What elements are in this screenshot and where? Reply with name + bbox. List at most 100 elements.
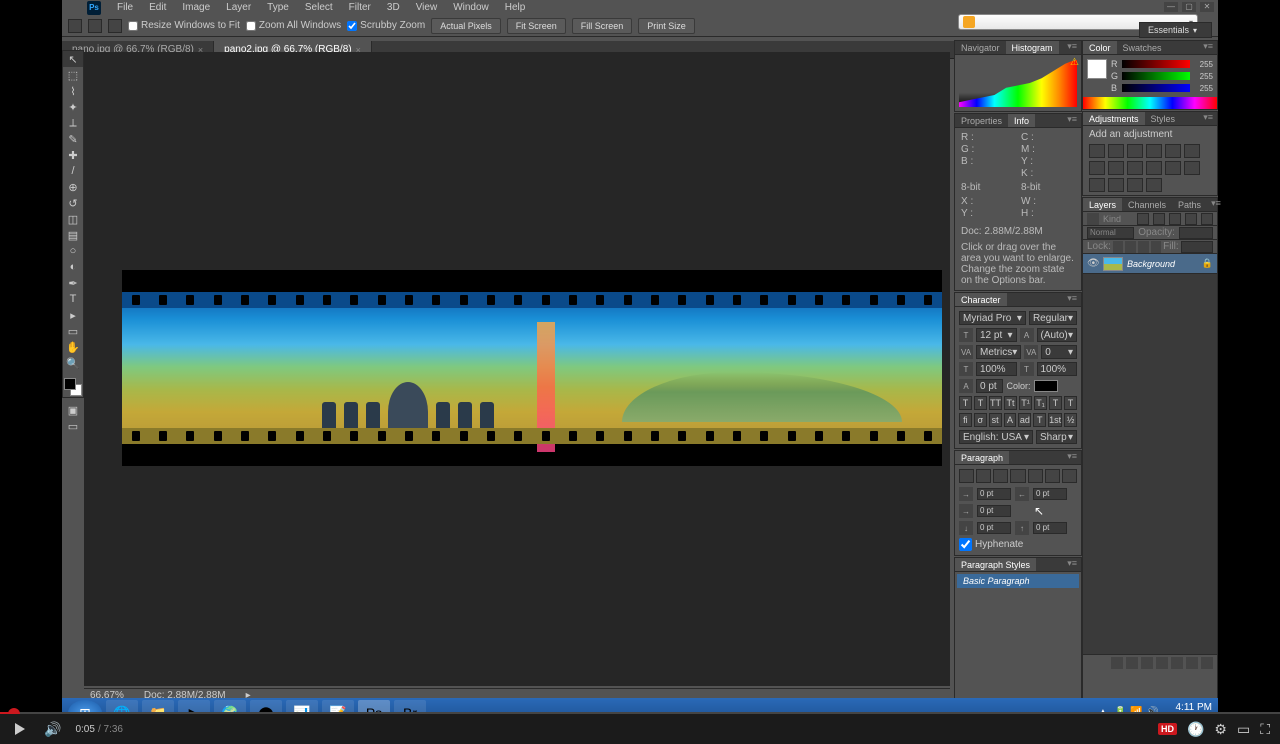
- zoom-tool-icon[interactable]: [68, 19, 82, 33]
- brightness-adjustment[interactable]: [1089, 144, 1105, 158]
- channel-mixer-adjustment[interactable]: [1146, 161, 1162, 175]
- tab-styles[interactable]: Styles: [1145, 112, 1182, 125]
- hue-adjustment[interactable]: [1184, 144, 1200, 158]
- clone-tool[interactable]: ⊕: [63, 179, 83, 195]
- delete-layer-icon[interactable]: [1201, 657, 1213, 669]
- screen-mode-icon[interactable]: ▭: [63, 418, 83, 434]
- quick-select-tool[interactable]: ✦: [63, 99, 83, 115]
- zoom-in-icon[interactable]: [88, 19, 102, 33]
- photo-filter-adjustment[interactable]: [1127, 161, 1143, 175]
- font-family-select[interactable]: Myriad Pro▾: [959, 311, 1026, 325]
- play-button[interactable]: [10, 719, 30, 739]
- blur-tool[interactable]: ○: [63, 243, 83, 259]
- opentype-button[interactable]: ad: [1018, 413, 1031, 427]
- spectrum-ramp[interactable]: [1083, 97, 1217, 109]
- font-style-select[interactable]: Regular▾: [1029, 311, 1077, 325]
- volume-icon[interactable]: 🔊: [44, 721, 61, 738]
- red-slider[interactable]: [1122, 60, 1190, 68]
- panel-menu-icon[interactable]: ▾≡: [1063, 41, 1081, 54]
- visibility-icon[interactable]: 👁: [1087, 258, 1099, 270]
- opentype-button[interactable]: ½: [1064, 413, 1077, 427]
- resize-windows-checkbox[interactable]: Resize Windows to Fit: [128, 20, 240, 31]
- menu-window[interactable]: Window: [445, 1, 497, 14]
- crop-tool[interactable]: ⟂: [63, 115, 83, 131]
- fill-screen-button[interactable]: Fill Screen: [572, 18, 633, 34]
- align-center-button[interactable]: [976, 469, 991, 483]
- type-filter[interactable]: [1169, 213, 1181, 225]
- zoom-tool[interactable]: 🔍: [63, 355, 83, 371]
- panel-menu-icon[interactable]: ▾≡: [1063, 293, 1081, 306]
- text-color-swatch[interactable]: [1034, 380, 1058, 392]
- indent-right-input[interactable]: 0 pt: [1033, 488, 1067, 500]
- hyphenate-checkbox[interactable]: Hyphenate: [959, 538, 1077, 551]
- lock-pixels[interactable]: [1125, 241, 1136, 253]
- layer-thumbnail[interactable]: [1103, 257, 1123, 271]
- color-picker[interactable]: [63, 377, 83, 397]
- opentype-button[interactable]: A: [1004, 413, 1017, 427]
- lock-icon[interactable]: 🔒: [1202, 258, 1213, 269]
- tab-swatches[interactable]: Swatches: [1117, 41, 1168, 54]
- print-size-button[interactable]: Print Size: [638, 18, 695, 34]
- smart-filter[interactable]: [1201, 213, 1213, 225]
- brush-tool[interactable]: /: [63, 163, 83, 179]
- green-slider[interactable]: [1122, 72, 1190, 80]
- zoom-all-checkbox[interactable]: Zoom All Windows: [246, 20, 341, 31]
- fullscreen-icon[interactable]: ⛶: [1260, 721, 1270, 738]
- scrubby-zoom-checkbox[interactable]: Scrubby Zoom: [347, 20, 425, 31]
- menu-filter[interactable]: Filter: [341, 1, 379, 14]
- gradient-tool[interactable]: ▤: [63, 227, 83, 243]
- eyedropper-tool[interactable]: ✎: [63, 131, 83, 147]
- menu-layer[interactable]: Layer: [218, 1, 259, 14]
- panel-menu-icon[interactable]: ▾≡: [1063, 114, 1081, 127]
- adjust-filter[interactable]: [1153, 213, 1165, 225]
- eraser-tool[interactable]: ◫: [63, 211, 83, 227]
- zoom-out-icon[interactable]: [108, 19, 122, 33]
- dodge-tool[interactable]: ◐: [63, 259, 83, 275]
- shape-tool[interactable]: ▭: [63, 323, 83, 339]
- actual-pixels-button[interactable]: Actual Pixels: [431, 18, 501, 34]
- baseline-input[interactable]: 0 pt: [976, 379, 1003, 393]
- color-lookup-adjustment[interactable]: [1165, 161, 1181, 175]
- lock-position[interactable]: [1138, 241, 1149, 253]
- blend-mode-select[interactable]: Normal: [1087, 227, 1134, 239]
- close-button[interactable]: ✕: [1200, 2, 1214, 12]
- marquee-tool[interactable]: ⬚: [63, 67, 83, 83]
- menu-select[interactable]: Select: [297, 1, 341, 14]
- strikethrough-button[interactable]: T: [1064, 396, 1077, 410]
- mask-icon[interactable]: [1141, 657, 1153, 669]
- font-size-input[interactable]: 12 pt▾: [976, 328, 1017, 342]
- theater-mode-icon[interactable]: ▭: [1237, 721, 1250, 738]
- opentype-button[interactable]: T: [1033, 413, 1046, 427]
- vibrance-adjustment[interactable]: [1165, 144, 1181, 158]
- italic-button[interactable]: T: [974, 396, 987, 410]
- allcaps-button[interactable]: TT: [989, 396, 1002, 410]
- invert-adjustment[interactable]: [1184, 161, 1200, 175]
- subscript-button[interactable]: T₁: [1034, 396, 1047, 410]
- panel-menu-icon[interactable]: ▾≡: [1207, 198, 1225, 211]
- hand-tool[interactable]: ✋: [63, 339, 83, 355]
- first-line-input[interactable]: 0 pt: [977, 505, 1011, 517]
- gradient-map-adjustment[interactable]: [1127, 178, 1143, 192]
- bw-adjustment[interactable]: [1108, 161, 1124, 175]
- fill-input[interactable]: [1181, 241, 1213, 253]
- opentype-button[interactable]: 1st: [1048, 413, 1062, 427]
- settings-icon[interactable]: ⚙: [1214, 721, 1227, 738]
- minimize-button[interactable]: —: [1164, 2, 1178, 12]
- tab-info[interactable]: Info: [1008, 114, 1035, 127]
- layer-filter-icon[interactable]: [1087, 213, 1099, 225]
- lock-all[interactable]: [1151, 241, 1162, 253]
- kerning-select[interactable]: Metrics▾: [976, 345, 1021, 359]
- menu-help[interactable]: Help: [497, 1, 534, 14]
- align-right-button[interactable]: [993, 469, 1008, 483]
- tab-layers[interactable]: Layers: [1083, 198, 1122, 211]
- opacity-input[interactable]: [1179, 227, 1213, 239]
- language-select[interactable]: English: USA▾: [959, 430, 1033, 444]
- tab-character[interactable]: Character: [955, 293, 1007, 306]
- bold-button[interactable]: T: [959, 396, 972, 410]
- tab-paragraph-styles[interactable]: Paragraph Styles: [955, 558, 1036, 571]
- selective-color-adjustment[interactable]: [1146, 178, 1162, 192]
- basic-paragraph-style[interactable]: Basic Paragraph: [957, 574, 1079, 588]
- path-select-tool[interactable]: ▸: [63, 307, 83, 323]
- opentype-button[interactable]: fi: [959, 413, 972, 427]
- threshold-adjustment[interactable]: [1108, 178, 1124, 192]
